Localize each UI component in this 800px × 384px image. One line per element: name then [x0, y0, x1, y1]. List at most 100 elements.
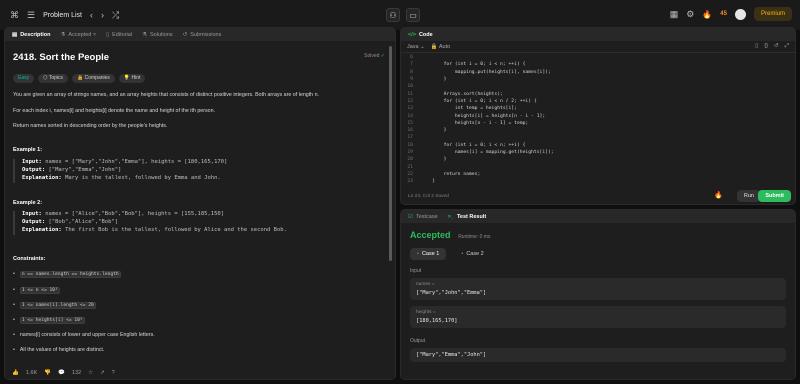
problem-tags: Easy ⬡ Topics 🔒 Companies 💡 Hint — [13, 73, 387, 84]
description-para-3: Return names sorted in descending order … — [13, 122, 168, 129]
timer-icon[interactable]: 🔥 — [714, 191, 723, 199]
history-icon: ↺ — [182, 31, 188, 38]
tab-editorial[interactable]: ▯ Editorial — [106, 32, 132, 38]
reset-icon[interactable]: ↺ — [774, 43, 779, 50]
code-line[interactable]: 12 for (int i = 0; i < n / 2; ++i) { — [401, 98, 795, 105]
auto-label: Auto — [438, 43, 451, 50]
code-line[interactable]: 7 for (int i = 0; i < n; ++i) { — [401, 61, 795, 68]
fullscreen-icon[interactable]: ⤢ — [785, 43, 789, 50]
lock-icon: 🔒 — [430, 43, 438, 50]
line-number: 15 — [407, 120, 413, 126]
line-text: heights[i] = heights[n - i - 1]; — [421, 113, 546, 119]
constraint-text: 1 <= heights[i] <= 10⁵ — [19, 317, 85, 325]
tab-submissions[interactable]: ↺ Submissions — [183, 32, 222, 38]
language-label: Java — [407, 43, 419, 50]
top-bar: ⌘ ☰ Problem List ‹ › ⤮ ⚇ ▭ ▦ ⚙ 🔥 45 Prem… — [0, 0, 800, 30]
tab-code[interactable]: </> Code — [408, 32, 433, 38]
line-number: 14 — [407, 113, 413, 119]
code-line[interactable]: 15 heights[n - i - 1] = temp; — [401, 120, 795, 127]
shuffle-icon[interactable]: ⤮ — [112, 10, 119, 21]
code-line[interactable]: 19 names[i] = mapping.get(heights[i]); — [401, 149, 795, 156]
topics-button[interactable]: ⬡ Topics — [38, 73, 68, 84]
problem-title[interactable]: 2418. Sort the People — [13, 51, 387, 66]
code-line[interactable]: 23 } — [401, 178, 795, 185]
code-line[interactable]: 8 mapping.put(heights[i], names[i]); — [401, 69, 795, 76]
help-icon[interactable]: ? — [112, 370, 115, 376]
bookmark-icon[interactable]: ▯ — [755, 43, 758, 50]
tab-accepted[interactable]: ⚗ Accepted × — [60, 32, 96, 38]
code-editor[interactable]: 67 for (int i = 0; i < n; ++i) {8 mappin… — [401, 53, 795, 185]
code-icon: </> — [408, 31, 416, 38]
tab-description[interactable]: ▤ Description — [12, 32, 50, 38]
problem-list-title[interactable]: Problem List — [43, 12, 82, 19]
code-line[interactable]: 20 } — [401, 156, 795, 163]
next-problem-icon[interactable]: › — [101, 10, 104, 20]
line-text: names[i] = mapping.get(heights[i]); — [421, 150, 554, 155]
line-text: int temp = heights[i]; — [421, 106, 517, 112]
code-line[interactable]: 22 return names; — [401, 171, 795, 178]
dislike-icon[interactable]: 👎 — [44, 370, 51, 376]
code-line[interactable]: 18 for (int i = 0; i < n; ++i) { — [401, 142, 795, 149]
difficulty-badge: Easy — [13, 73, 35, 84]
tab-submissions-label: Submissions — [190, 31, 222, 38]
line-text: for (int i = 0; i < n; ++i) { — [421, 142, 526, 148]
flask-icon: ⚗ — [60, 31, 66, 38]
tab-solutions[interactable]: ⚗ Solutions — [142, 32, 173, 38]
line-number: 22 — [407, 171, 413, 177]
prev-problem-icon[interactable]: ‹ — [90, 10, 93, 20]
line-number: 8 — [410, 69, 413, 75]
avatar[interactable] — [734, 8, 746, 20]
code-line[interactable]: 6 — [401, 54, 795, 61]
example-1-output: ["Mary","Emma","John"] — [48, 166, 122, 173]
pass-dot-icon: • — [417, 251, 419, 257]
tab-test-result-label: Test Result — [456, 213, 487, 220]
star-icon[interactable]: ☆ — [88, 370, 93, 376]
code-status: Ln 23, Col 2 Saved — [408, 193, 449, 199]
premium-button[interactable]: Premium — [753, 7, 792, 21]
language-select[interactable]: Java ⌄ — [407, 44, 425, 50]
code-line[interactable]: 16 } — [401, 127, 795, 134]
code-line[interactable]: 11 Arrays.sort(heights); — [401, 90, 795, 97]
companies-button[interactable]: 🔒 Companies — [72, 73, 115, 84]
leetcode-logo-icon[interactable]: ⌘ — [10, 10, 19, 21]
names-key: names = — [416, 282, 435, 287]
topics-label: Topics — [48, 74, 63, 81]
hint-button[interactable]: 💡 Hint — [118, 73, 146, 84]
braces-icon[interactable]: {} — [764, 43, 768, 50]
code-line[interactable]: 17 — [401, 134, 795, 141]
layout-icon[interactable]: ▦ — [670, 9, 679, 20]
example-2: Input: names = ["Alice","Bob","Bob"], he… — [13, 211, 387, 235]
code-line[interactable]: 21 — [401, 163, 795, 170]
like-icon[interactable]: 👍 — [12, 370, 19, 376]
description-tabs: ▤ Description ⚗ Accepted × ▯ Editorial ⚗ Sol… — [5, 28, 395, 41]
list-icon[interactable]: ☰ — [27, 10, 35, 21]
case-2-label: Case 2 — [466, 251, 484, 257]
book-icon: ▯ — [106, 31, 110, 38]
companies-label: Companies — [84, 74, 110, 81]
notes-icon[interactable]: ▭ — [406, 8, 420, 22]
constraint-text: 1 <= names[i].length <= 20 — [19, 301, 96, 309]
code-line[interactable]: 14 heights[i] = heights[n - i - 1]; — [401, 112, 795, 119]
runtime-label: Runtime: 0 ms — [458, 234, 491, 240]
auto-toggle[interactable]: 🔒 Auto — [431, 44, 450, 50]
comment-icon[interactable]: 💬 — [58, 370, 65, 376]
tab-testcase[interactable]: ☑ Testcase — [408, 214, 438, 220]
streak-fire-icon[interactable]: 🔥 — [702, 10, 712, 19]
case-1-tab[interactable]: • Case 1 — [410, 248, 447, 260]
example-1-input: names = ["Mary","John","Emma"], heights … — [45, 158, 228, 165]
description-icon: ▤ — [12, 31, 18, 38]
description-scrollbar[interactable] — [389, 46, 392, 261]
settings-icon[interactable]: ⚙ — [686, 9, 694, 20]
names-value: ["Mary","John","Emma"] — [416, 290, 487, 296]
pass-dot-icon: • — [461, 251, 464, 257]
tab-test-result[interactable]: >_ Test Result — [448, 214, 487, 220]
debug-icon[interactable]: ⚇ — [386, 8, 400, 22]
code-line[interactable]: 9 } — [401, 76, 795, 83]
share-icon[interactable]: ↗ — [100, 370, 105, 376]
code-line[interactable]: 10 — [401, 83, 795, 90]
line-number: 23 — [407, 179, 413, 185]
submit-button[interactable]: Submit — [758, 190, 791, 202]
code-line[interactable]: 13 int temp = heights[i]; — [401, 105, 795, 112]
hint-label: Hint — [131, 74, 141, 81]
case-2-tab[interactable]: • Case 2 — [454, 248, 490, 260]
